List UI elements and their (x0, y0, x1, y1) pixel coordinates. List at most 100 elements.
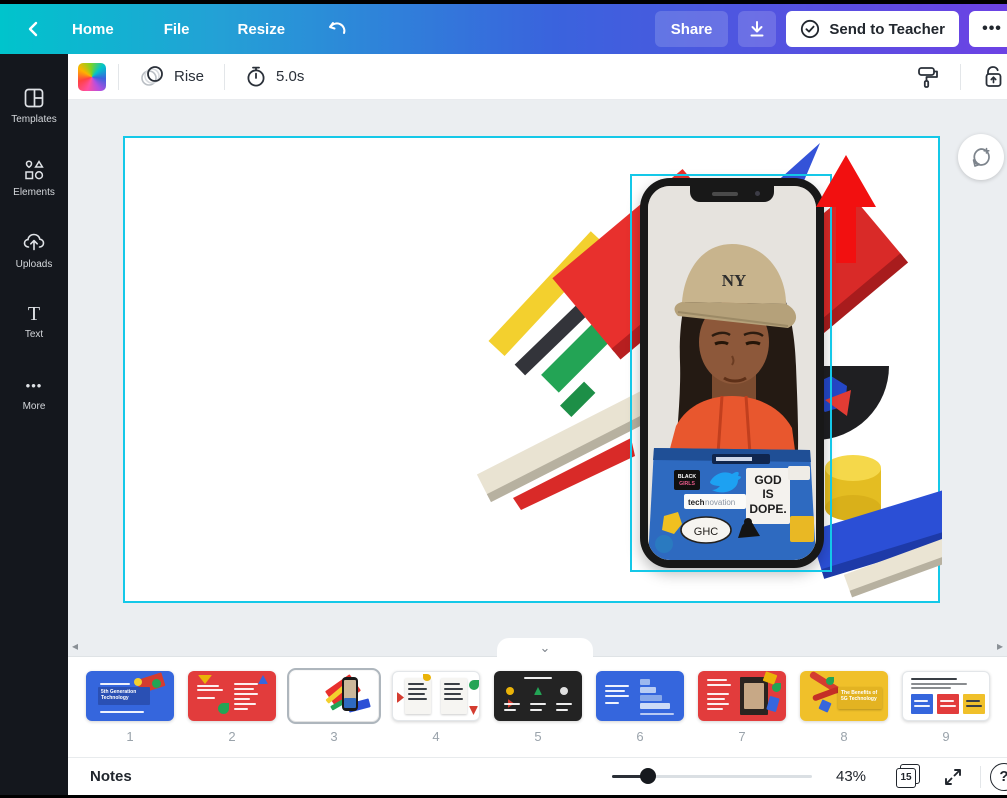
page-number: 3 (330, 729, 337, 744)
sidebar-label: More (23, 401, 46, 412)
paint-roller-icon (916, 64, 940, 90)
menu-resize[interactable]: Resize (224, 13, 300, 46)
more-dots-icon: ••• (982, 20, 1002, 38)
page-thumbnail-selected[interactable] (290, 671, 378, 721)
chevron-down-icon: ⌄ (540, 640, 551, 656)
grid-view-button[interactable]: 15 (896, 764, 922, 790)
canvas-area[interactable]: NY BLACK GIRLS (68, 100, 1007, 656)
background-color-swatch[interactable] (78, 63, 106, 91)
bottom-panel: ⌄ ◂ ▸ 5th Generation Technology 1 (68, 656, 1007, 795)
filmstrip-page-2: 2 (188, 671, 276, 744)
filmstrip-page-1: 5th Generation Technology 1 (86, 671, 174, 744)
object-panel-sidebar: Templates Elements Uploads T Text ••• Mo… (0, 54, 68, 798)
page-number: 7 (738, 729, 745, 744)
filmstrip-scroll-right-icon[interactable]: ▸ (997, 639, 1003, 653)
filmstrip-page-7: 7 (698, 671, 786, 744)
download-icon (748, 20, 766, 38)
page-thumbnail[interactable] (596, 671, 684, 721)
filmstrip-page-5: 5 (494, 671, 582, 744)
sticker-black-girls-text: BLACK (678, 474, 696, 480)
undo-icon (327, 20, 349, 38)
stopwatch-icon (245, 65, 267, 89)
filmstrip-page-3: 3 (290, 671, 378, 744)
templates-icon (23, 87, 45, 109)
phone-screen-photo: NY BLACK GIRLS (648, 186, 816, 560)
roll-styles-button[interactable] (908, 58, 948, 96)
svg-text:NY: NY (722, 271, 747, 290)
help-button[interactable]: ? (990, 763, 1007, 791)
filmstrip-scroll-left-icon[interactable]: ◂ (72, 639, 78, 653)
send-to-teacher-button[interactable]: Send to Teacher (786, 11, 959, 47)
page-thumbnail[interactable]: The Benefits of 5G Technology (800, 671, 888, 721)
question-mark-icon: ? (999, 768, 1007, 785)
sidebar-item-templates[interactable]: Templates (0, 70, 68, 142)
zoom-slider-track[interactable] (612, 775, 812, 778)
sidebar-item-elements[interactable]: Elements (0, 142, 68, 214)
send-to-teacher-label: Send to Teacher (829, 21, 945, 38)
duration-label: 5.0s (276, 68, 304, 85)
download-button[interactable] (738, 11, 776, 47)
page-number: 1 (126, 729, 133, 744)
page-number: 8 (840, 729, 847, 744)
zoom-percentage[interactable]: 43% (836, 768, 866, 785)
sidebar-label: Templates (11, 114, 57, 125)
zoom-slider[interactable] (612, 775, 812, 778)
sidebar-label: Text (25, 329, 43, 340)
animate-button[interactable]: Rise (131, 60, 212, 94)
page-thumbnail[interactable] (698, 671, 786, 721)
undo-button[interactable] (321, 12, 355, 46)
back-button[interactable] (16, 12, 50, 46)
phone-notch (690, 186, 774, 202)
page-thumbnail[interactable] (494, 671, 582, 721)
sidebar-item-uploads[interactable]: Uploads (0, 214, 68, 286)
duration-button[interactable]: 5.0s (237, 59, 312, 95)
page-number: 5 (534, 729, 541, 744)
toolbar-divider (224, 64, 225, 90)
more-options-button[interactable]: ••• (969, 11, 1007, 47)
fullscreen-button[interactable] (940, 764, 966, 790)
sidebar-item-text[interactable]: T Text (0, 286, 68, 358)
collapse-filmstrip-tab[interactable]: ⌄ (497, 638, 593, 658)
svg-text:novation: novation (705, 498, 735, 507)
page-number: 6 (636, 729, 643, 744)
svg-text:GOD: GOD (754, 473, 782, 487)
page-thumbnail[interactable] (188, 671, 276, 721)
sidebar-item-more[interactable]: ••• More (0, 358, 68, 430)
svg-text:IS: IS (762, 487, 773, 501)
sidebar-label: Uploads (16, 259, 53, 270)
menu-file[interactable]: File (150, 13, 204, 46)
menu-home[interactable]: Home (58, 13, 128, 46)
woman-with-laptop-photo: NY BLACK GIRLS (648, 186, 816, 560)
toolbar-divider (118, 64, 119, 90)
window-frame-top (0, 0, 1007, 4)
status-bar: Notes 43% 15 ? (68, 757, 1007, 795)
filmstrip-page-4: 4 (392, 671, 480, 744)
phone-mockup-image[interactable]: NY BLACK GIRLS (640, 178, 824, 568)
check-circle-icon (800, 19, 820, 39)
filmstrip-page-8: The Benefits of 5G Technology 8 (800, 671, 888, 744)
svg-text:GIRLS: GIRLS (679, 481, 695, 487)
page-thumbnail[interactable] (902, 671, 990, 721)
unlock-icon (981, 64, 1007, 90)
more-icon: ••• (26, 376, 43, 396)
expand-arrows-icon (943, 767, 963, 787)
page-number: 9 (942, 729, 949, 744)
notes-button[interactable]: Notes (90, 768, 132, 785)
status-divider (980, 766, 981, 788)
page-thumbnail[interactable] (392, 671, 480, 721)
page-filmstrip: 5th Generation Technology 1 (86, 671, 990, 744)
share-button[interactable]: Share (655, 11, 729, 47)
back-chevron-icon (26, 21, 40, 37)
text-icon: T (28, 304, 40, 324)
page-number: 2 (228, 729, 235, 744)
lock-button[interactable] (973, 58, 1007, 96)
red-arrow-annotation (810, 155, 882, 263)
comment-button[interactable] (958, 134, 1004, 180)
filmstrip-page-6: 6 (596, 671, 684, 744)
page-number: 4 (432, 729, 439, 744)
zoom-slider-knob[interactable] (640, 768, 656, 784)
page-thumbnail[interactable]: 5th Generation Technology (86, 671, 174, 721)
editor-toolbar: Rise 5.0s (68, 54, 1007, 100)
filmstrip-page-9: 9 (902, 671, 990, 744)
uploads-icon (22, 230, 46, 254)
